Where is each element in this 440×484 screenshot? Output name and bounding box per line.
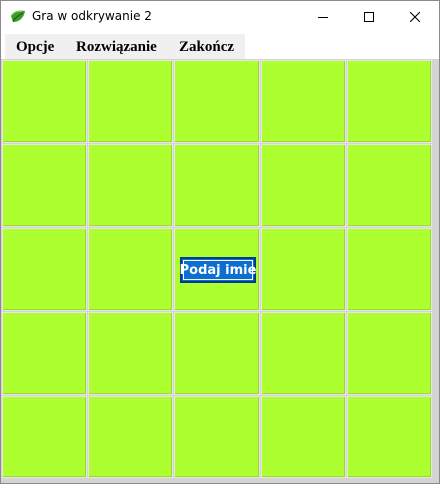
tile[interactable] <box>261 312 346 395</box>
window-title: Gra w odkrywanie 2 <box>32 9 152 23</box>
tile[interactable] <box>261 396 346 478</box>
tile[interactable] <box>2 144 87 227</box>
tile[interactable] <box>88 396 173 478</box>
tile[interactable] <box>88 60 173 143</box>
tile[interactable] <box>261 60 346 143</box>
title-bar[interactable]: Gra w odkrywanie 2 <box>1 1 439 32</box>
maximize-icon <box>364 11 374 22</box>
tile[interactable] <box>2 60 87 143</box>
tile[interactable] <box>88 312 173 395</box>
menu-bar: Opcje Rozwiązanie Zakończ <box>1 32 439 59</box>
tile[interactable] <box>347 144 432 227</box>
app-window: Gra w odkrywanie 2 Opcje Rozwiązanie Zak… <box>0 0 440 484</box>
tile[interactable] <box>347 312 432 395</box>
tile[interactable] <box>347 60 432 143</box>
tile[interactable] <box>174 60 260 143</box>
minimize-button[interactable] <box>300 1 346 32</box>
tile[interactable] <box>174 144 260 227</box>
leaf-icon <box>10 9 27 24</box>
maximize-button[interactable] <box>346 1 392 32</box>
enter-name-button[interactable]: Podaj imie <box>180 257 256 283</box>
tile[interactable] <box>347 228 432 311</box>
tile[interactable] <box>88 144 173 227</box>
tile[interactable] <box>174 312 260 395</box>
tile[interactable] <box>2 396 87 478</box>
tile[interactable] <box>2 228 87 311</box>
menu-opcje[interactable]: Opcje <box>16 39 54 56</box>
menu-zakoncz[interactable]: Zakończ <box>179 39 234 56</box>
tile[interactable] <box>261 228 346 311</box>
tile[interactable] <box>174 396 260 478</box>
menu-strip: Opcje Rozwiązanie Zakończ <box>5 34 245 59</box>
tile[interactable] <box>347 396 432 478</box>
menu-rozwiazanie[interactable]: Rozwiązanie <box>76 39 157 56</box>
close-icon <box>410 11 420 22</box>
tile[interactable] <box>2 312 87 395</box>
tile[interactable] <box>88 228 173 311</box>
minimize-icon <box>318 12 328 22</box>
close-button[interactable] <box>392 1 438 32</box>
tile[interactable] <box>261 144 346 227</box>
